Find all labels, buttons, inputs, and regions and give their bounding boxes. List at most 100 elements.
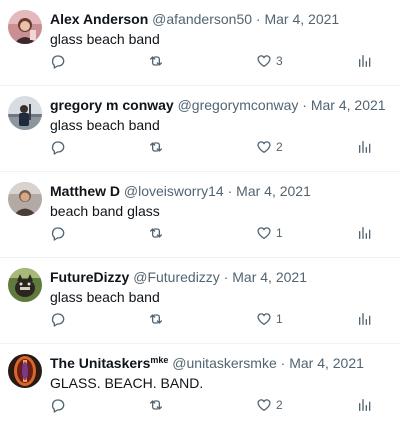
tweet[interactable]: Matthew D @loveisworry14 · Mar 4, 2021 b… — [0, 172, 400, 258]
avatar-image — [8, 10, 42, 44]
views-button[interactable] — [357, 396, 373, 414]
tweet-header: gregory m conway @gregorymconway · Mar 4… — [50, 96, 394, 114]
avatar[interactable] — [8, 268, 42, 302]
tweet-date[interactable]: Mar 4, 2021 — [236, 183, 311, 199]
tweet-header: FutureDizzy @Futuredizzy · Mar 4, 2021 — [50, 268, 394, 286]
tweet[interactable]: gregory m conway @gregorymconway · Mar 4… — [0, 86, 400, 172]
reply-icon — [51, 313, 65, 327]
like-button[interactable]: 3 — [256, 52, 283, 70]
reply-button[interactable] — [50, 396, 66, 414]
like-count: 1 — [276, 226, 283, 240]
retweet-button[interactable] — [148, 138, 164, 156]
tweet-text: glass beach band — [50, 117, 160, 133]
tweet-actions: 2 — [50, 138, 376, 156]
avatar-image — [8, 96, 42, 130]
tweet-text: beach band glass — [50, 203, 160, 219]
avatar[interactable] — [8, 182, 42, 216]
retweet-icon — [150, 56, 162, 66]
tweet-date[interactable]: Mar 4, 2021 — [289, 355, 364, 371]
views-icon — [359, 55, 371, 67]
tweet-content: Alex Anderson @afanderson50 · Mar 4, 202… — [50, 10, 394, 48]
tweet-header: Alex Anderson @afanderson50 · Mar 4, 202… — [50, 10, 394, 28]
tweet[interactable]: FutureDizzy @Futuredizzy · Mar 4, 2021 g… — [0, 258, 400, 344]
author-handle[interactable]: @unitaskersmke — [172, 355, 276, 371]
author-name-text: gregory m conway — [50, 97, 174, 113]
author-name[interactable]: FutureDizzy — [50, 269, 129, 285]
retweet-button[interactable] — [148, 52, 164, 70]
tweet-header: Matthew D @loveisworry14 · Mar 4, 2021 — [50, 182, 394, 200]
tweet-actions: 3 — [50, 52, 376, 70]
author-name[interactable]: Alex Anderson — [50, 11, 148, 27]
like-icon — [257, 227, 271, 239]
avatar[interactable] — [8, 354, 42, 388]
like-icon — [257, 55, 271, 67]
like-count: 2 — [276, 398, 283, 412]
retweet-button[interactable] — [148, 396, 164, 414]
like-icon — [257, 399, 271, 411]
retweet-icon — [150, 400, 162, 410]
like-button[interactable]: 1 — [256, 310, 283, 328]
like-count: 2 — [276, 140, 283, 154]
tweet-date[interactable]: Mar 4, 2021 — [232, 269, 307, 285]
author-handle[interactable]: @afanderson50 — [152, 11, 252, 27]
tweet-content: FutureDizzy @Futuredizzy · Mar 4, 2021 g… — [50, 268, 394, 306]
header-separator: · — [255, 11, 261, 27]
tweet-text: GLASS. BEACH. BAND. — [50, 375, 204, 391]
tweet-date[interactable]: Mar 4, 2021 — [311, 97, 386, 113]
like-count: 3 — [276, 54, 283, 68]
tweet-content: gregory m conway @gregorymconway · Mar 4… — [50, 96, 394, 134]
like-icon — [257, 141, 271, 153]
author-name-text: The Unitaskers — [50, 355, 151, 371]
views-button[interactable] — [357, 52, 373, 70]
avatar[interactable] — [8, 10, 42, 44]
views-icon — [359, 313, 371, 325]
views-icon — [359, 399, 371, 411]
retweet-button[interactable] — [148, 224, 164, 242]
tweet-text: glass beach band — [50, 289, 160, 305]
tweet-actions: 2 — [50, 396, 376, 414]
header-separator: · — [302, 97, 307, 113]
retweet-icon — [150, 314, 162, 324]
tweet-content: Matthew D @loveisworry14 · Mar 4, 2021 b… — [50, 182, 394, 220]
like-icon — [257, 313, 271, 325]
tweet-actions: 1 — [50, 310, 376, 328]
header-separator: · — [280, 355, 286, 371]
retweet-icon — [150, 228, 162, 238]
avatar[interactable] — [8, 96, 42, 130]
author-name-superscript: mke — [150, 355, 169, 365]
tweet-header: The Unitaskersmke @unitaskersmke · Mar 4… — [50, 354, 394, 372]
author-handle[interactable]: @Futuredizzy — [133, 269, 220, 285]
author-name[interactable]: gregory m conway — [50, 97, 174, 113]
like-button[interactable]: 2 — [256, 138, 283, 156]
views-icon — [359, 227, 371, 239]
header-separator: · — [223, 269, 229, 285]
author-name-text: Alex Anderson — [50, 11, 149, 27]
avatar-image — [8, 268, 42, 302]
like-count: 1 — [276, 312, 283, 326]
reply-icon — [51, 55, 65, 69]
tweet[interactable]: The Unitaskersmke @unitaskersmke · Mar 4… — [0, 344, 400, 430]
views-button[interactable] — [357, 224, 373, 242]
tweet-date[interactable]: Mar 4, 2021 — [264, 11, 339, 27]
tweet-text: glass beach band — [50, 31, 160, 47]
tweet[interactable]: Alex Anderson @afanderson50 · Mar 4, 202… — [0, 0, 400, 86]
views-button[interactable] — [357, 310, 373, 328]
author-handle[interactable]: @gregorymconway — [178, 97, 299, 113]
tweet-actions: 1 — [50, 224, 376, 242]
retweet-icon — [150, 142, 162, 152]
views-icon — [359, 141, 371, 153]
author-name[interactable]: The Unitaskersmke — [50, 355, 168, 371]
reply-button[interactable] — [50, 138, 66, 156]
retweet-button[interactable] — [148, 310, 164, 328]
like-button[interactable]: 1 — [256, 224, 283, 242]
reply-icon — [51, 141, 65, 155]
reply-button[interactable] — [50, 310, 66, 328]
views-button[interactable] — [357, 138, 373, 156]
author-handle[interactable]: @loveisworry14 — [124, 183, 224, 199]
like-button[interactable]: 2 — [256, 396, 283, 414]
reply-button[interactable] — [50, 52, 66, 70]
reply-button[interactable] — [50, 224, 66, 242]
avatar-image — [8, 354, 42, 388]
reply-icon — [51, 399, 65, 413]
author-name[interactable]: Matthew D — [50, 183, 120, 199]
